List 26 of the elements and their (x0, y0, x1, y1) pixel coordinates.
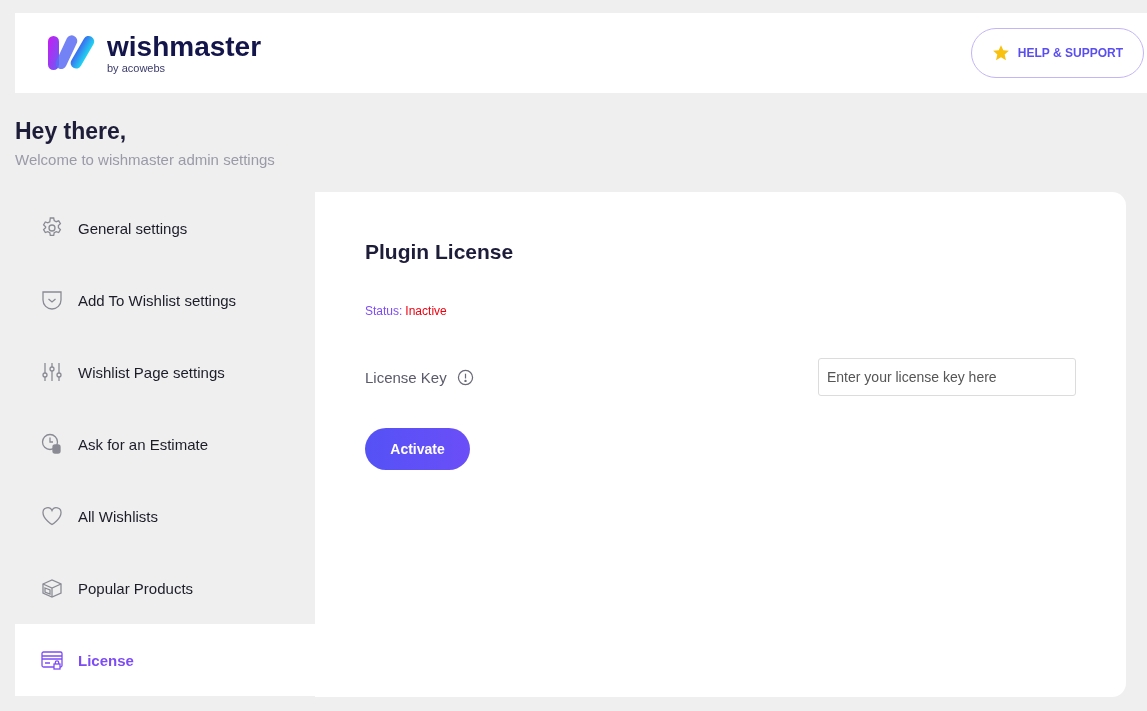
star-icon (991, 44, 1010, 62)
clock-coins-icon (40, 432, 64, 456)
greeting-title: Hey there, (15, 118, 128, 145)
sliders-icon (40, 360, 64, 384)
sidebar-item[interactable]: Ask for an Estimate (15, 408, 315, 480)
heart-icon (40, 504, 64, 528)
greeting-subtitle: Welcome to wishmaster admin settings (15, 151, 276, 168)
status-label: Status: (365, 304, 403, 318)
help-support-button[interactable]: HELP & SUPPORT (970, 28, 1144, 78)
status-value: Inactive (405, 304, 447, 318)
sidebar-item[interactable]: All Wishlists (15, 480, 315, 552)
sidebar-item[interactable]: License (15, 624, 315, 696)
card-lock-icon (40, 648, 64, 672)
logo-icon (47, 34, 95, 72)
sidebar-item[interactable]: Wishlist Page settings (15, 336, 315, 408)
panel-title: Plugin License (365, 240, 515, 264)
sidebar-item[interactable]: Add To Wishlist settings (15, 264, 315, 336)
sidebar-item[interactable]: General settings (15, 192, 315, 264)
field-label: License Key (365, 368, 447, 386)
activate-button[interactable]: Activate (365, 428, 470, 470)
brand-byline: by acowebs (107, 62, 167, 74)
sidebar-item[interactable]: Popular Products (15, 552, 315, 624)
info-icon[interactable] (456, 368, 474, 386)
brand-name: wishmaster (107, 32, 262, 62)
license-key-field[interactable]: Enter your license key here (818, 358, 1076, 396)
pocket-icon (40, 288, 64, 312)
